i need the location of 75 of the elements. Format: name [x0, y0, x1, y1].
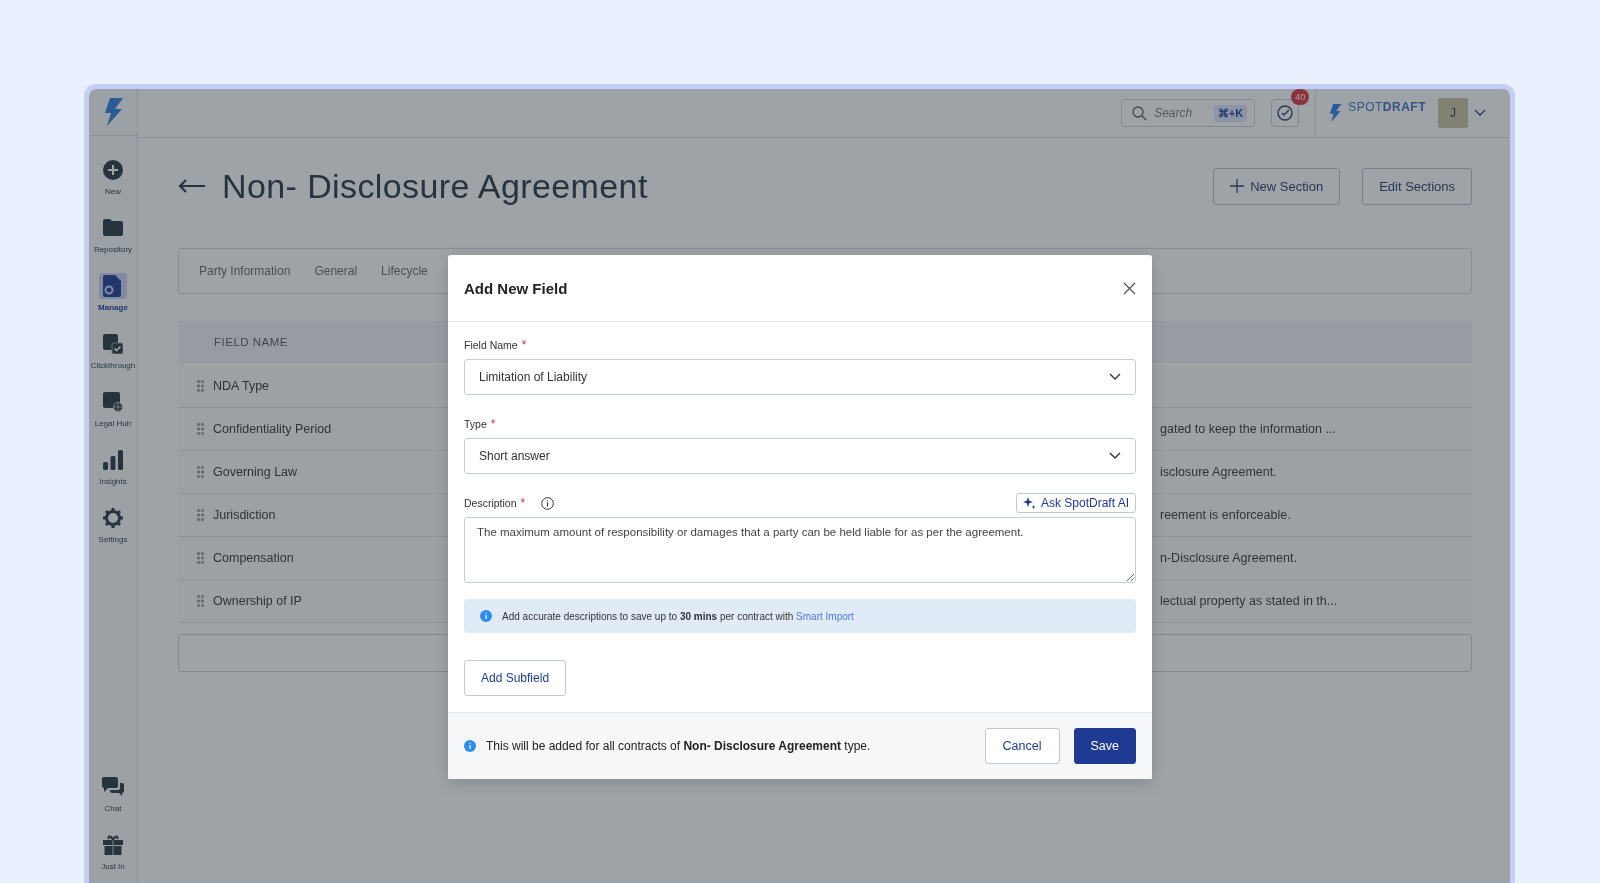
field-name-cell: Jurisdiction	[213, 508, 276, 522]
search-icon	[1132, 106, 1148, 121]
dialog-title: Add New Field	[464, 279, 568, 297]
brand-name: SPOTDRAFT	[1348, 100, 1426, 114]
sidebar-item[interactable]: Repository	[90, 208, 136, 260]
drag-handle-icon[interactable]	[197, 380, 204, 392]
info-icon	[464, 740, 476, 752]
description-cell-text: reement is enforceable.	[1160, 508, 1292, 522]
description-cell-text: lectual property as stated in th...	[1160, 594, 1339, 608]
drag-handle-icon[interactable]	[197, 509, 204, 521]
back-arrow-icon[interactable]	[178, 179, 206, 193]
field-name-cell: Compensation	[213, 551, 294, 565]
description-cell-text: isclosure Agreement.	[1160, 465, 1278, 479]
smart-import-link[interactable]: Smart Import	[796, 610, 854, 622]
save-button[interactable]: Save	[1073, 728, 1136, 764]
cancel-button[interactable]: Cancel	[984, 728, 1060, 764]
section-tab[interactable]: Lifecycle	[381, 264, 428, 278]
field-name-cell: Governing Law	[213, 465, 298, 479]
required-mark: *	[520, 496, 526, 510]
field-label: Field Name	[464, 339, 518, 351]
folder-icon	[103, 219, 123, 236]
document-check-icon	[103, 333, 123, 354]
page-title: Non- Disclosure Agreement	[222, 166, 648, 206]
window-globe-icon	[103, 391, 123, 412]
sidebar-item[interactable]: Clickthrough	[90, 324, 136, 376]
shortcut-hint: ⌘+K	[1213, 105, 1248, 122]
drag-handle-icon[interactable]	[197, 466, 204, 478]
dropdown-field[interactable]: Limitation of Liability	[464, 359, 1136, 395]
chat-bubbles-icon	[102, 776, 124, 797]
required-mark: *	[490, 417, 496, 431]
ask-ai-button[interactable]: Ask SpotDraft AI	[1015, 493, 1136, 513]
notification-count-badge: 40	[1291, 89, 1310, 105]
required-mark: *	[521, 338, 527, 352]
info-icon	[480, 610, 492, 622]
info-banner-text: Add accurate descriptions to save up to 30 mins per contract with Smart Import	[502, 610, 854, 622]
field-name-cell: Confidentiality Period	[213, 422, 332, 436]
field-label: Type	[464, 418, 487, 430]
sidebar-item[interactable]: Manage	[90, 266, 136, 318]
sidebar-item[interactable]: Settings	[90, 498, 136, 550]
bar-chart-icon	[103, 449, 123, 470]
sidebar-item[interactable]: Insights	[90, 440, 136, 492]
field-name-cell: NDA Type	[213, 379, 270, 393]
sidebar-item[interactable]: Legal Hub	[90, 382, 136, 434]
chevron-down-icon	[1109, 373, 1121, 381]
sidebar-item[interactable]: New	[90, 150, 136, 202]
edit-sections-button[interactable]: Edit Sections	[1362, 167, 1472, 205]
plus-circle-icon	[103, 159, 123, 180]
info-icon[interactable]	[541, 496, 555, 510]
settings-icon	[103, 507, 123, 528]
field-label: Description	[464, 497, 517, 509]
sidebar-item[interactable]: Chat	[90, 767, 136, 819]
chevron-down-icon[interactable]	[1474, 109, 1486, 117]
description-input[interactable]: The maximum amount of responsibility or damages that a party can be held liable for as per the agreement.	[464, 517, 1136, 583]
column-header: FIELD NAME	[214, 336, 288, 348]
avatar[interactable]: J	[1438, 98, 1468, 128]
field-name-cell: Ownership of IP	[213, 594, 302, 608]
bolt-logo-icon	[1328, 104, 1343, 122]
dropdown-field[interactable]: Short answer	[464, 438, 1136, 474]
sidebar-item[interactable]: Just In	[90, 825, 136, 877]
sparkle-icon	[1022, 496, 1036, 510]
description-cell-text: n-Disclosure Agreement.	[1160, 551, 1298, 565]
chevron-down-icon	[1109, 452, 1121, 460]
drag-handle-icon[interactable]	[197, 595, 204, 607]
footer-note: This will be added for all contracts of Non- Disclosure Agreement type.	[486, 739, 871, 753]
add-subfield-button[interactable]: Add Subfield	[464, 660, 567, 696]
section-tab[interactable]: General	[314, 264, 358, 278]
gift-icon	[103, 834, 123, 855]
drag-handle-icon[interactable]	[197, 423, 204, 435]
check-circle-icon	[1277, 105, 1294, 121]
close-icon[interactable]	[1123, 281, 1136, 295]
section-tab[interactable]: Party Information	[199, 264, 291, 278]
plus-icon	[1230, 179, 1245, 193]
drag-handle-icon[interactable]	[197, 552, 204, 564]
description-cell-text: gated to keep the information ...	[1160, 422, 1337, 436]
new-section-button[interactable]: New Section	[1213, 167, 1341, 205]
